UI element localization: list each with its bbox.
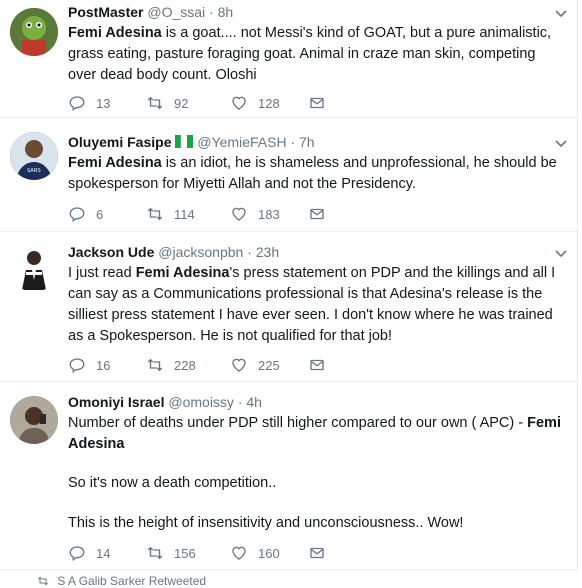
nigeria-flag-icon (175, 135, 194, 148)
message-icon (310, 208, 324, 220)
retweet-button[interactable]: 156 (146, 544, 196, 562)
separator-dot: · (290, 134, 296, 150)
tweet-text: Femi Adesina is an idiot, he is shameles… (68, 153, 563, 195)
avatar[interactable] (10, 396, 58, 444)
separator-dot: · (209, 4, 214, 20)
tweet-header: Omoniyi Israel @omoissy · 4h (68, 392, 563, 412)
separator-dot: · (247, 244, 252, 260)
mention-bold: Femi Adesina (135, 265, 230, 281)
retweet-count: 92 (174, 95, 189, 111)
reply-count: 6 (96, 206, 104, 222)
retweet-icon (147, 358, 163, 372)
tweet-header: PostMaster @O_ssai · 8h (68, 2, 563, 22)
avatar-image (10, 396, 58, 444)
like-icon (232, 546, 246, 560)
reply-count: 14 (96, 545, 111, 561)
tweet-body-pre: I just read (68, 265, 136, 281)
timestamp[interactable]: 4h (246, 394, 262, 410)
user-handle[interactable]: @YemieFASH (197, 134, 286, 150)
like-button[interactable]: 225 (230, 356, 280, 374)
tweet-header: Oluyemi Fasipe @YemieFASH · 7h (68, 132, 563, 152)
retweeted-by-text[interactable]: S A Galib Sarker Retweeted (57, 574, 206, 588)
like-icon (232, 358, 246, 372)
display-name[interactable]: Jackson Ude (68, 244, 154, 260)
tweet-text: Number of deaths under PDP still higher … (68, 413, 563, 455)
message-icon (310, 359, 324, 371)
reply-count: 16 (96, 357, 111, 373)
tweet-text: I just read Femi Adesina's press stateme… (68, 263, 563, 347)
like-button[interactable]: 183 (230, 205, 280, 223)
chevron-down-icon[interactable] (555, 10, 567, 18)
tweet[interactable]: Jackson Ude @jacksonpbn · 23h I just rea… (0, 232, 578, 382)
svg-text:SARS: SARS (27, 168, 41, 174)
retweet-button[interactable]: 92 (146, 94, 188, 112)
reply-icon (69, 96, 85, 112)
avatar[interactable] (10, 244, 58, 292)
avatar[interactable]: SARS (10, 132, 58, 180)
tweet-text-line: This is the height of insensitivity and … (68, 515, 464, 531)
display-name[interactable]: Omoniyi Israel (68, 394, 164, 410)
retweet-icon (147, 546, 163, 560)
tweet-body-pre: Number of deaths under PDP still higher … (68, 415, 528, 431)
timestamp[interactable]: 8h (218, 4, 234, 20)
avatar-image (10, 244, 58, 292)
retweet-button[interactable]: 114 (146, 205, 195, 223)
retweet-button[interactable]: 228 (146, 356, 196, 374)
reply-button[interactable]: 14 (68, 544, 110, 562)
tweet-text: Femi Adesina is a goat.... not Messi's k… (68, 23, 563, 86)
retweet-count: 156 (174, 545, 196, 561)
like-button[interactable]: 160 (230, 544, 280, 562)
mention-bold: Femi Adesina (68, 25, 162, 41)
reply-icon (69, 546, 85, 562)
like-button[interactable]: 128 (230, 94, 280, 112)
like-icon (232, 207, 246, 221)
user-handle[interactable]: @omoissy (168, 394, 234, 410)
reply-button[interactable]: 6 (68, 205, 103, 223)
retweet-icon (147, 96, 163, 110)
separator-dot: · (237, 394, 243, 410)
tweet-text-line: So it's now a death competition.. (68, 475, 277, 491)
like-icon (232, 96, 246, 110)
message-icon (310, 547, 324, 559)
reply-icon (69, 207, 85, 223)
retweet-count: 228 (174, 357, 196, 373)
reply-button[interactable]: 13 (68, 94, 110, 112)
user-handle[interactable]: @jacksonpbn (158, 244, 243, 260)
message-button[interactable] (308, 205, 336, 223)
avatar-image: SARS (10, 132, 58, 180)
message-icon (310, 97, 324, 109)
reply-button[interactable]: 16 (68, 356, 110, 374)
chevron-down-icon[interactable] (555, 140, 567, 148)
retweet-icon (38, 576, 48, 586)
like-count: 225 (258, 357, 280, 373)
display-name[interactable]: Oluyemi Fasipe (68, 134, 171, 150)
reply-count: 13 (96, 95, 111, 111)
avatar-image (10, 8, 58, 56)
like-count: 160 (258, 545, 280, 561)
message-button[interactable] (308, 544, 336, 562)
display-name[interactable]: PostMaster (68, 4, 143, 20)
message-button[interactable] (308, 94, 336, 112)
tweet[interactable]: SARS Oluyemi Fasipe @YemieFASH · 7h Femi… (0, 118, 578, 232)
mention-bold: Femi Adesina (68, 155, 162, 171)
like-count: 183 (258, 206, 280, 222)
message-button[interactable] (308, 356, 336, 374)
like-count: 128 (258, 95, 280, 111)
retweet-count: 114 (174, 206, 195, 222)
reply-icon (69, 358, 85, 374)
retweet-icon (147, 207, 163, 221)
chevron-down-icon[interactable] (555, 250, 567, 258)
timestamp[interactable]: 23h (256, 244, 279, 260)
tweet[interactable]: PostMaster @O_ssai · 8h Femi Adesina is … (0, 0, 578, 118)
avatar[interactable] (10, 8, 58, 56)
tweet-header: Jackson Ude @jacksonpbn · 23h (68, 242, 563, 262)
tweet[interactable]: Omoniyi Israel @omoissy · 4h Number of d… (0, 382, 578, 570)
timestamp[interactable]: 7h (299, 134, 315, 150)
retweeted-by-label: S A Galib Sarker Retweeted (36, 574, 206, 588)
user-handle[interactable]: @O_ssai (147, 4, 205, 20)
